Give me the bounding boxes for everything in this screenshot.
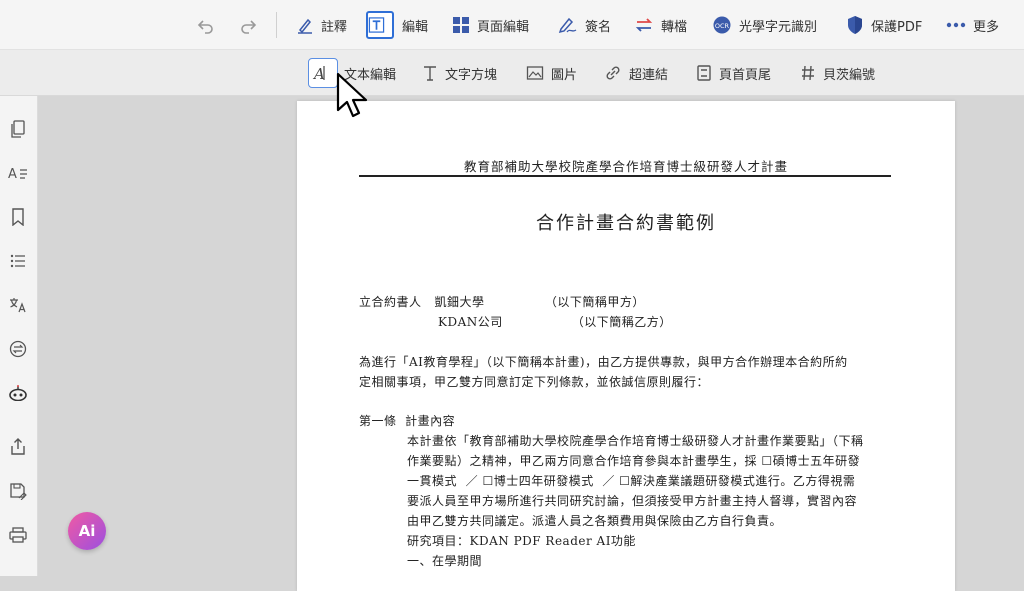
toolbar-page-edit-button[interactable]: 頁面編輯 [452,0,529,50]
grid-icon [453,17,469,33]
text-edit-icon [366,11,394,39]
undo-icon[interactable] [196,15,216,35]
subbar-text-box-label: 文字方塊 [445,67,498,83]
toolbar-edit-label: 編輯 [402,19,429,35]
text-line: 要派人員至甲方場所進行共同研究討論，但須接受甲方計畫主持人督導，實習內容 [407,494,858,508]
text-line: 本計畫依「教育部補助大學校院產學合作培育博士級研發人才計畫作業要點」（下稱 [407,434,864,448]
shield-icon [848,16,862,34]
text-outline-icon[interactable]: A [7,162,29,184]
toolbar-more-label: 更多 [973,19,1000,35]
svg-text:OCR: OCR [715,22,730,30]
toolbar-divider [276,12,277,38]
toolbar-page-edit-label: 頁面編輯 [477,19,530,35]
mouse-cursor-icon [336,72,368,118]
toolbar-convert-button[interactable]: 轉檔 [634,0,687,50]
subbar-link-label: 超連結 [629,67,669,83]
link-icon [606,66,620,80]
toolbar-ocr-label: 光學字元識別 [739,19,818,35]
text-line: 為進行「AI教育學程」（以下簡稱本計畫)，由乙方提供專款，與甲方合作辦理本合約所… [359,355,848,369]
text-line: 立合約書人 凱鈿大學 （以下簡稱甲方） [359,295,645,309]
svg-text:A: A [312,65,325,82]
print-icon[interactable] [7,524,29,546]
text-line: 作業要點）之精神，甲乙兩方同意合作培育參與本計畫學生，採 ☐碩博士五年研發 [407,454,861,468]
main-toolbar: 註釋 編輯 頁面編輯 簽名 轉檔 OCR 光學字元識別 保護PDF 更多 [0,0,1024,50]
pages-icon[interactable] [7,118,29,140]
toolbar-protect-label: 保護PDF [871,19,923,35]
hash-icon [802,65,814,81]
left-sidebar: A [0,96,38,576]
image-icon [526,66,544,80]
text-line: 定相關事項，甲乙雙方同意訂定下列條款，並依誠信原則履行： [359,375,710,389]
save-as-icon[interactable] [7,480,29,502]
toolbar-convert-label: 轉檔 [661,19,688,35]
toolbar-sign-button[interactable]: 簽名 [558,0,611,50]
text-line: 由甲乙雙方共同議定。派遣人員之各類費用與保險由乙方自行負責。 [407,514,783,528]
toolbar-annotate-button[interactable]: 註釋 [296,0,347,50]
header-footer-icon [697,65,711,81]
toolbar-sign-label: 簽名 [585,19,612,35]
compare-icon[interactable] [7,338,29,360]
toolbar-edit-button[interactable]: 編輯 [366,0,428,50]
list-icon[interactable] [7,250,29,272]
subbar-image-button[interactable]: 圖片 [526,50,577,96]
subbar-bates-label: 貝茨編號 [823,67,876,83]
pdf-page[interactable]: 教育部補助大學校院產學合作培育博士級研發人才計畫 合作計畫合約書範例 立合約書人… [297,101,955,591]
redo-icon[interactable] [238,15,258,35]
subbar-header-footer-label: 頁首頁尾 [719,67,772,83]
toolbar-annotate-label: 註釋 [321,19,348,35]
header-rule [359,175,891,177]
text-line: 一、在學期間 [407,554,483,568]
document-title: 合作計畫合約書範例 [536,213,716,234]
translate-icon[interactable] [7,294,29,316]
text-box-icon [424,66,436,81]
toolbar-more-button[interactable]: 更多 [946,0,999,50]
bookmark-icon[interactable] [7,206,29,228]
subbar-image-label: 圖片 [551,67,578,83]
subbar-link-button[interactable]: 超連結 [604,50,668,96]
svg-text:A: A [8,167,17,181]
more-icon [946,22,966,28]
text-line: 研究項目：KDAN PDF Reader AI功能 [407,534,636,548]
share-icon[interactable] [7,436,29,458]
subbar-header-footer-button[interactable]: 頁首頁尾 [696,50,771,96]
subbar-text-box-button[interactable]: 文字方塊 [422,50,497,96]
ocr-icon: OCR [713,16,731,34]
document-header: 教育部補助大學校院產學合作培育博士級研發人才計畫 [463,159,788,174]
text-line: KDAN公司 （以下簡稱乙方） [438,315,672,329]
text-line: 第一條 計畫內容 [359,414,456,428]
toolbar-ocr-button[interactable]: OCR 光學字元識別 [712,0,817,50]
convert-icon [635,18,653,32]
pen-icon [298,18,312,34]
ai-assistant-icon[interactable] [7,382,29,404]
text-cursor-icon: A [308,58,338,88]
subbar-bates-button[interactable]: 貝茨編號 [800,50,875,96]
ai-assistant-button[interactable]: Ai [68,512,106,550]
signature-icon [558,17,577,34]
text-line: 一貫模式 ／ ☐博士四年研發模式 ／ ☐解決產業議題研發模式進行。乙方得視需 [407,474,856,488]
toolbar-protect-button[interactable]: 保護PDF [846,0,922,50]
